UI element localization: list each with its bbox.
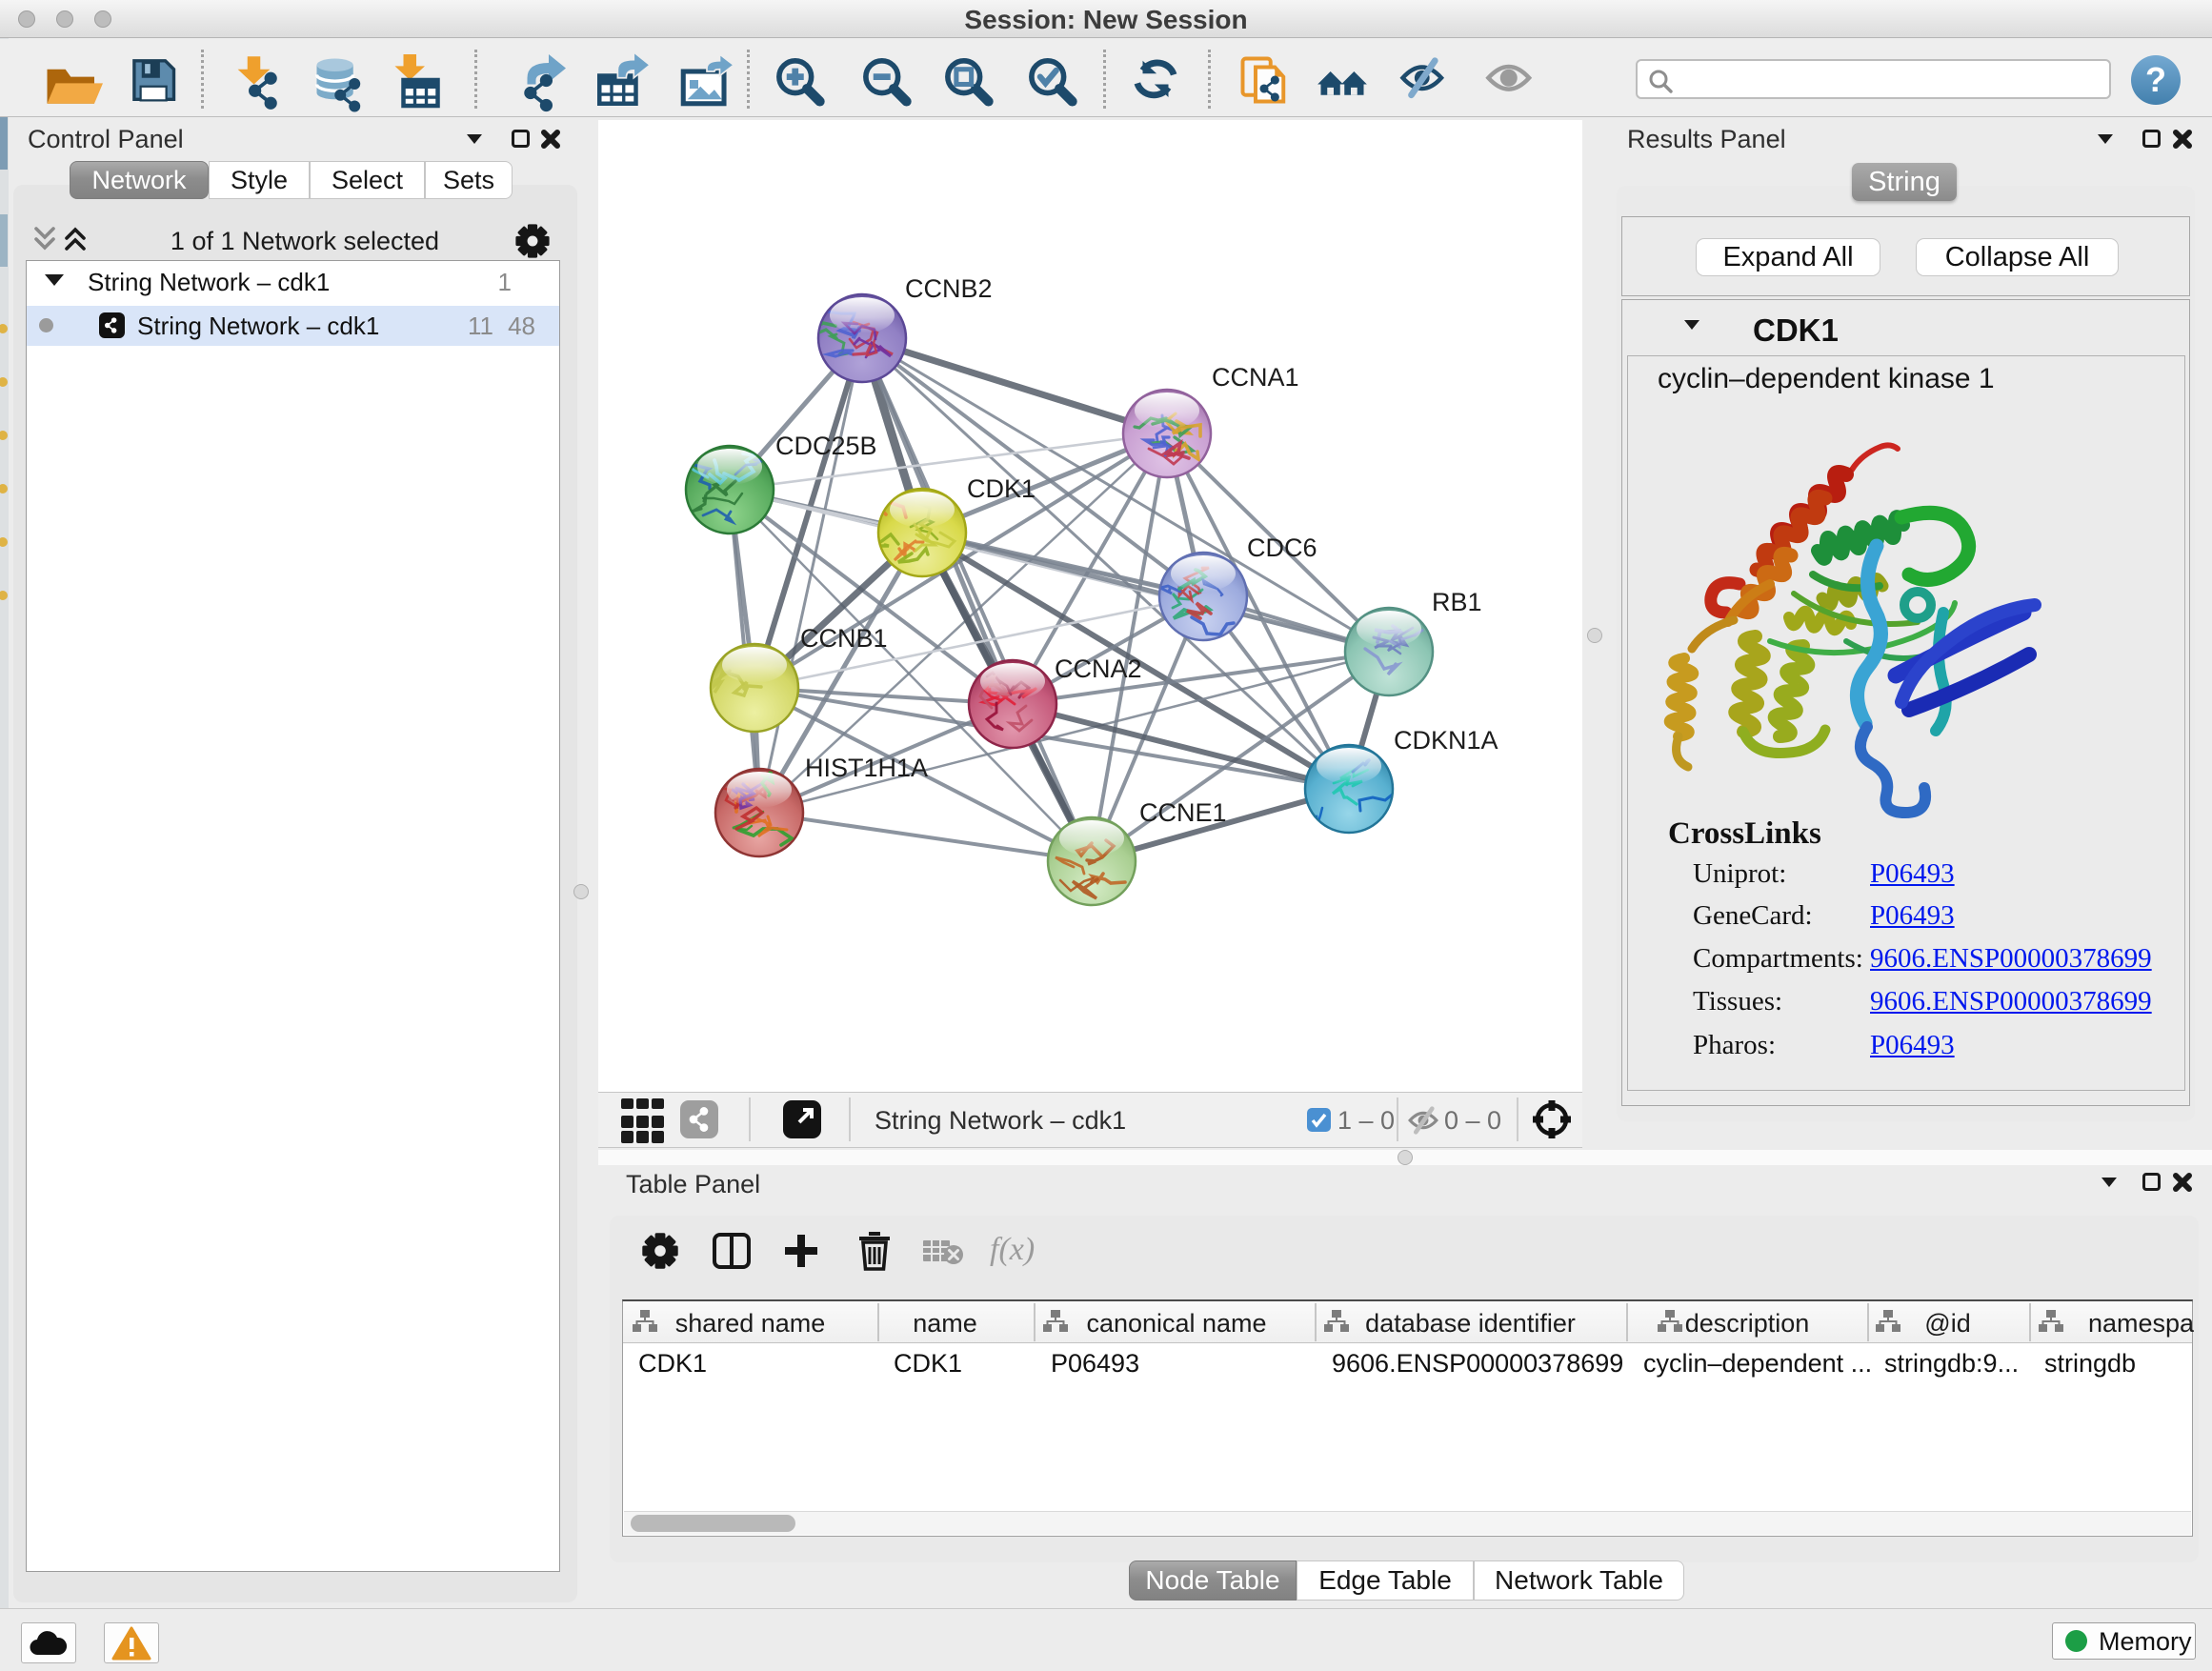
svg-text:CCNA2: CCNA2: [1055, 654, 1142, 683]
svg-text:RB1: RB1: [1432, 588, 1482, 616]
svg-text:HIST1H1A: HIST1H1A: [805, 754, 928, 782]
svg-text:CCNA1: CCNA1: [1212, 363, 1299, 392]
svg-text:CDC25B: CDC25B: [775, 432, 877, 460]
svg-text:CCNB2: CCNB2: [905, 274, 993, 303]
svg-text:CCNB1: CCNB1: [800, 624, 888, 653]
svg-text:CCNE1: CCNE1: [1139, 798, 1227, 827]
svg-text:CDKN1A: CDKN1A: [1394, 726, 1498, 755]
svg-text:CDK1: CDK1: [967, 474, 1036, 503]
svg-text:CDC6: CDC6: [1247, 534, 1317, 562]
